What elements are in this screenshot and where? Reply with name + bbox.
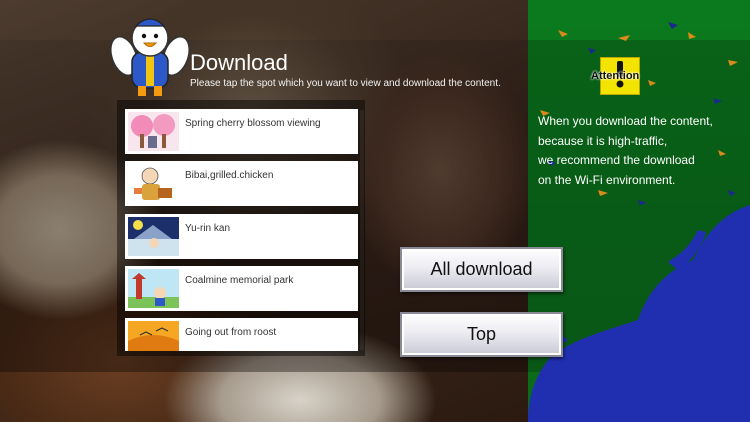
top-button[interactable]: Top	[400, 312, 563, 357]
list-item-label: Bibai,grilled.chicken	[185, 170, 274, 181]
top-band	[0, 0, 528, 40]
attention-message: When you download the content, because i…	[538, 112, 748, 190]
list-item-yurin-kan[interactable]: Yu-rin kan	[125, 214, 358, 259]
list-scrollbar[interactable]	[360, 110, 364, 350]
list-item-cherry-blossom[interactable]: Spring cherry blossom viewing	[125, 109, 358, 154]
list-item-going-out-from-roost[interactable]: Going out from roost	[125, 318, 358, 351]
list-item-grilled-chicken[interactable]: Bibai,grilled.chicken	[125, 161, 358, 206]
list-item-label: Going out from roost	[185, 327, 277, 338]
attention-line: on the Wi-Fi environment.	[538, 172, 676, 187]
list-item-coalmine-park[interactable]: Coalmine memorial park	[125, 266, 358, 311]
page-title: Download	[190, 50, 288, 75]
attention-line: because it is high-traffic,	[538, 133, 668, 148]
coalmine-park-thumbnail	[128, 269, 179, 308]
attention-line: we recommend the download	[538, 153, 695, 167]
cherry-blossom-thumbnail	[128, 112, 179, 151]
bird-mascot-icon	[110, 18, 190, 96]
list-item-label: Yu-rin kan	[185, 223, 231, 234]
attention-label: Attention	[591, 70, 640, 82]
grilled-chicken-thumbnail	[128, 164, 179, 203]
page-subtitle: Please tap the spot which you want to vi…	[190, 78, 501, 89]
roost-thumbnail	[128, 321, 179, 351]
attention-line: When you download the content,	[538, 114, 713, 128]
yurinkan-thumbnail	[128, 217, 179, 256]
list-item-label: Spring cherry blossom viewing	[185, 118, 321, 129]
all-download-button[interactable]: All download	[400, 247, 563, 292]
list-item-label: Coalmine memorial park	[185, 275, 294, 286]
